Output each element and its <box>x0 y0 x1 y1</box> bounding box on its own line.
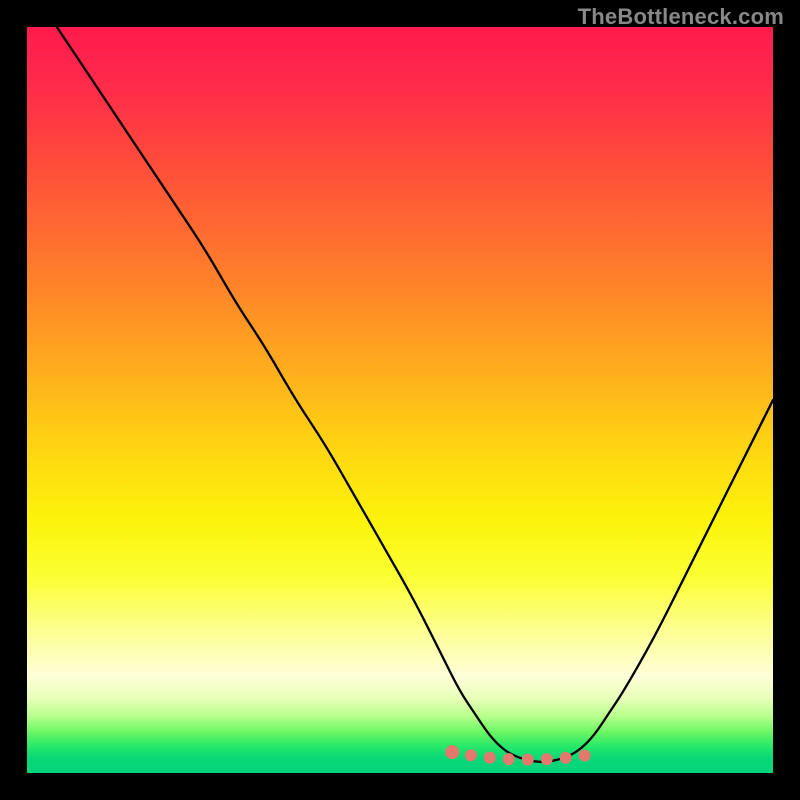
chart-stage: TheBottleneck.com <box>0 0 800 800</box>
plot-area <box>27 27 773 773</box>
curve-layer <box>27 27 773 773</box>
bottleneck-curve <box>57 27 773 762</box>
